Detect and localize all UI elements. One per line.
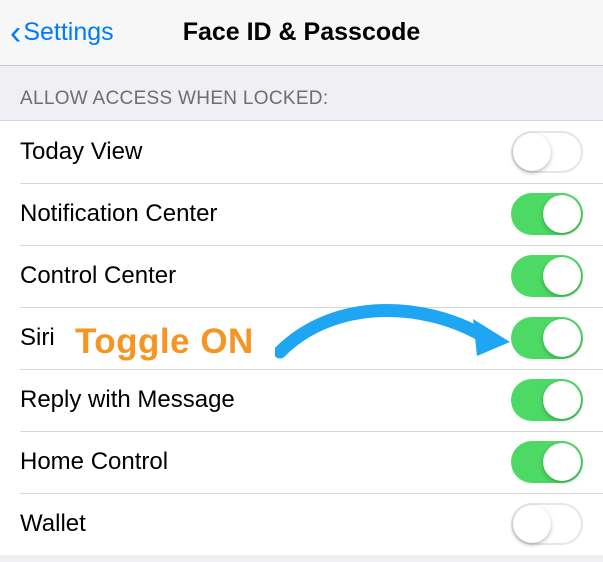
toggle-notification-center[interactable] (511, 193, 583, 235)
toggle-knob (513, 505, 551, 543)
back-button[interactable]: ‹ Settings (0, 16, 114, 50)
row-label: Wallet (20, 510, 511, 538)
chevron-left-icon: ‹ (10, 16, 21, 50)
toggle-reply-with-message[interactable] (511, 379, 583, 421)
toggle-knob (543, 319, 581, 357)
row-label: Control Center (20, 262, 511, 290)
toggle-knob (543, 195, 581, 233)
settings-list: Today View Notification Center Control C… (0, 120, 603, 555)
row-home-control: Home Control (0, 431, 603, 493)
row-control-center: Control Center (0, 245, 603, 307)
section-header: ALLOW ACCESS WHEN LOCKED: (0, 66, 603, 120)
row-siri: Siri (0, 307, 603, 369)
toggle-today-view[interactable] (511, 131, 583, 173)
toggle-wallet[interactable] (511, 503, 583, 545)
row-label: Notification Center (20, 200, 511, 228)
row-today-view: Today View (0, 121, 603, 183)
row-label: Home Control (20, 448, 511, 476)
settings-screen: ‹ Settings Face ID & Passcode ALLOW ACCE… (0, 0, 603, 562)
toggle-knob (543, 443, 581, 481)
toggle-home-control[interactable] (511, 441, 583, 483)
navbar: ‹ Settings Face ID & Passcode (0, 0, 603, 66)
row-wallet: Wallet (0, 493, 603, 555)
row-reply-with-message: Reply with Message (0, 369, 603, 431)
toggle-knob (543, 381, 581, 419)
toggle-knob (513, 133, 551, 171)
row-label: Siri (20, 324, 511, 352)
row-notification-center: Notification Center (0, 183, 603, 245)
row-label: Today View (20, 138, 511, 166)
toggle-control-center[interactable] (511, 255, 583, 297)
row-label: Reply with Message (20, 386, 511, 414)
toggle-siri[interactable] (511, 317, 583, 359)
back-label: Settings (23, 18, 113, 47)
toggle-knob (543, 257, 581, 295)
